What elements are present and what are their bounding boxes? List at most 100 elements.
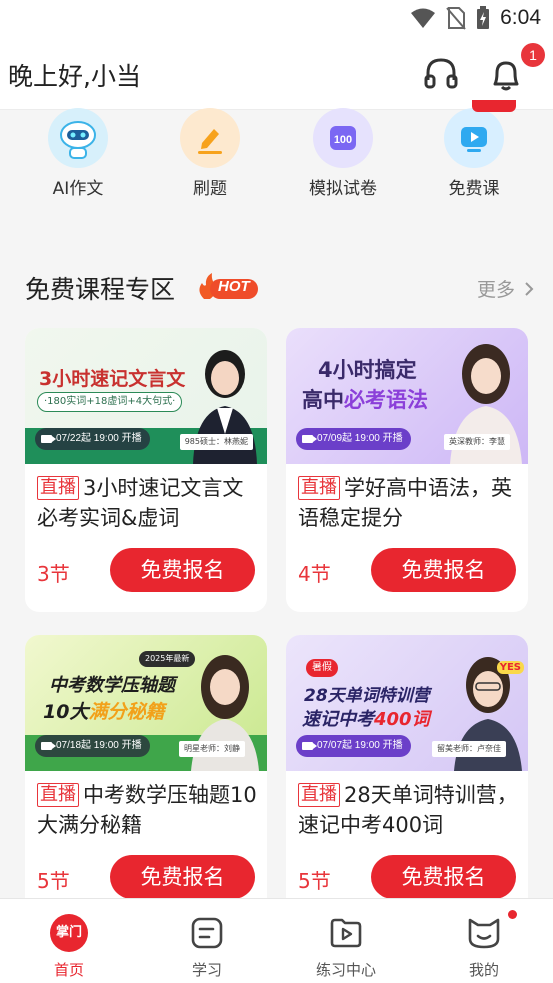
quick-nav-label: 刷题 (193, 179, 227, 199)
more-label: 更多 (476, 279, 515, 301)
banner-title-part: 10大 (43, 701, 89, 723)
banner-title-line1: 中考数学压轴题 (49, 675, 175, 696)
banner-title-line2: 高中必考语法 (302, 384, 428, 414)
quick-nav-label: 模拟试卷 (309, 179, 377, 199)
nav-label: 首页 (53, 961, 84, 979)
live-tag: 直播 (298, 476, 340, 500)
quick-nav-practice[interactable]: 刷题 (150, 108, 270, 199)
start-date: 07/07起 19:00 开播 (296, 735, 411, 757)
lesson-count: 3节 (37, 562, 70, 586)
video-icon (302, 435, 317, 443)
status-bar: 6:04 (0, 0, 553, 40)
course-card[interactable]: 4小时搞定 高中必考语法 英深教师：李慧 07/09起 19:00 开播 直播学… (286, 328, 528, 612)
course-title: 直播 28天单词特训营，速记中考400词 (298, 780, 520, 840)
banner-title-part: 速记中考 (302, 709, 374, 730)
play-icon (444, 108, 504, 168)
app-header: 晚上好,小当 1 (0, 40, 553, 110)
nav-study[interactable]: 学习 (152, 913, 262, 980)
battery-charging-icon (477, 6, 490, 29)
svg-text:100: 100 (334, 134, 352, 146)
enroll-button[interactable]: 免费报名 (110, 855, 255, 899)
banner-title-part: 高中 (302, 388, 344, 412)
section-title: 免费课程专区 (25, 275, 176, 304)
course-card[interactable]: 3小时速记文言文 ·180实词+18虚词+4大句式· 985硕士：林燕妮 07/… (25, 328, 267, 612)
status-time: 6:04 (500, 6, 541, 29)
course-card[interactable]: 2025年最新 中考数学压轴题 10大满分秘籍 明星老师：刘静 07/18起 1… (25, 635, 267, 919)
quick-nav-free-course[interactable]: 免费课 (414, 100, 534, 199)
lesson-count: 4节 (298, 562, 331, 586)
date-text: 07/09起 19:00 开播 (317, 433, 403, 444)
course-banner: 4小时搞定 高中必考语法 英深教师：李慧 07/09起 19:00 开播 (286, 328, 528, 464)
greeting-text: 晚上好,小当 (8, 62, 141, 91)
start-date: 07/09起 19:00 开播 (296, 428, 411, 450)
unread-dot (508, 910, 517, 919)
teacher-name: 英深教师：李慧 (444, 434, 510, 450)
banner-title-highlight: 必考语法 (344, 388, 428, 412)
live-tag: 直播 (298, 783, 340, 807)
nav-label: 学习 (191, 961, 222, 979)
wifi-icon (411, 8, 436, 28)
nav-label: 我的 (468, 961, 499, 979)
live-tag: 直播 (37, 783, 79, 807)
teacher-name: 留美老师：卢奈佳 (432, 741, 506, 757)
robot-icon (48, 108, 108, 168)
live-tag: 直播 (37, 476, 79, 500)
banner-title: 3小时速记文言文 (39, 368, 186, 390)
banner-title-line2: 10大满分秘籍 (43, 697, 164, 724)
enroll-button[interactable]: 免费报名 (110, 548, 255, 592)
notification-badge: 1 (521, 43, 545, 67)
date-text: 07/22起 19:00 开播 (56, 433, 142, 444)
hot-label: HOT (218, 278, 250, 295)
banner-title-highlight: 满分秘籍 (88, 701, 165, 723)
hot-badge: HOT (196, 273, 260, 301)
score-100-icon: 100 (313, 108, 373, 168)
nav-practice-center[interactable]: 练习中心 (291, 913, 401, 980)
pen-icon (180, 108, 240, 168)
banner-title-highlight: 400词 (374, 709, 430, 730)
course-title: 直播 3小时速记文言文必考实词&虚词 (37, 473, 259, 533)
date-text: 07/18起 19:00 开播 (56, 740, 142, 751)
course-banner: 3小时速记文言文 ·180实词+18虚词+4大句式· 985硕士：林燕妮 07/… (25, 328, 267, 464)
yes-badge: YES (496, 661, 524, 674)
lesson-count: 5节 (37, 869, 70, 893)
banner-title-line1: 28天单词特训营 (304, 686, 430, 706)
banner-subtitle: ·180实词+18虚词+4大句式· (37, 392, 183, 412)
video-folder-icon (326, 913, 366, 953)
cat-face-icon (464, 913, 504, 953)
new-ribbon (472, 100, 516, 112)
start-date: 07/18起 19:00 开播 (35, 735, 150, 757)
notebook-icon (187, 913, 227, 953)
enroll-button[interactable]: 免费报名 (371, 855, 516, 899)
headphones-icon (424, 58, 458, 89)
home-logo-icon: 掌门 (49, 913, 89, 953)
banner-badge: 暑假 (306, 659, 338, 677)
video-icon (41, 435, 56, 443)
banner-title-line1: 4小时搞定 (318, 358, 417, 382)
course-title: 直播 学好高中语法，英语稳定提分 (298, 473, 520, 533)
quick-nav-mock-exam[interactable]: 100 模拟试卷 (283, 108, 403, 199)
teacher-name: 985硕士：林燕妮 (179, 434, 253, 450)
date-text: 07/07起 19:00 开播 (317, 740, 403, 751)
no-sim-icon (446, 7, 466, 30)
quick-nav: AI作文 刷题 100 模拟试卷 免费课 (0, 100, 553, 220)
course-banner: 2025年最新 中考数学压轴题 10大满分秘籍 明星老师：刘静 07/18起 1… (25, 635, 267, 771)
more-link[interactable]: 更多 (477, 275, 535, 302)
video-icon (302, 742, 317, 750)
start-date: 07/22起 19:00 开播 (35, 428, 150, 450)
course-title: 直播 中考数学压轴题10大满分秘籍 (37, 780, 259, 840)
nav-profile[interactable]: 我的 (429, 910, 539, 980)
headphones-button[interactable] (421, 54, 461, 94)
enroll-button[interactable]: 免费报名 (371, 548, 516, 592)
nav-label: 练习中心 (315, 961, 376, 979)
quick-nav-label: 免费课 (448, 179, 500, 199)
banner-title-line2: 速记中考400词 (302, 705, 430, 731)
quick-nav-label: AI作文 (52, 179, 104, 199)
chevron-right-icon (525, 282, 534, 296)
nav-home[interactable]: 掌门 首页 (14, 913, 124, 980)
bell-icon (493, 61, 519, 91)
lesson-count: 5节 (298, 869, 331, 893)
quick-nav-ai-essay[interactable]: AI作文 (18, 108, 138, 199)
notification-button[interactable] (486, 54, 526, 94)
home-logo-text: 掌门 (50, 914, 88, 952)
course-card[interactable]: 暑假 28天单词特训营 速记中考400词 YES 留美老师：卢奈佳 07/07起… (286, 635, 528, 919)
